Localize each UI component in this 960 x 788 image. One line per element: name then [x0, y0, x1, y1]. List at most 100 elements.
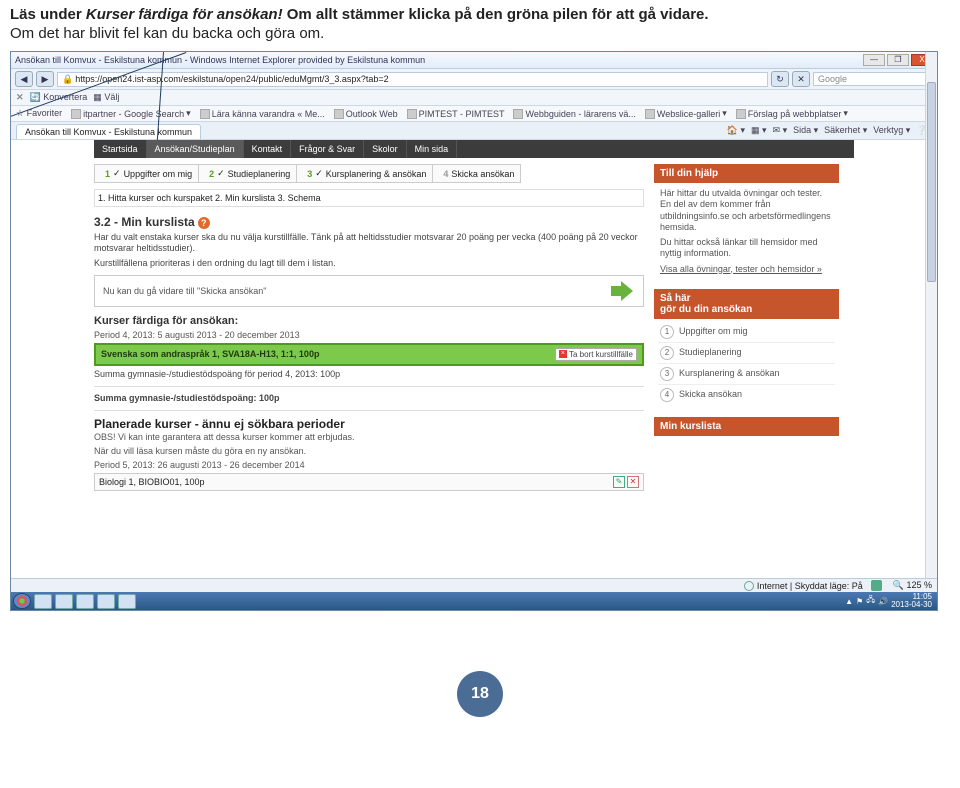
window-titlebar: Ansökan till Komvux - Eskilstuna kommun … — [11, 52, 937, 69]
feed-icon[interactable]: ▦ ▾ — [751, 125, 767, 136]
scrollbar-thumb[interactable] — [927, 82, 936, 282]
steps-box-header: Så här gör du din ansökan — [654, 289, 839, 319]
sub-steps-bar[interactable]: 1. Hitta kurser och kurspaket 2. Min kur… — [94, 189, 644, 207]
stop-button[interactable]: ✕ — [792, 71, 810, 87]
rstep-4[interactable]: 4Skicka ansökan — [658, 385, 835, 405]
fav-icon — [645, 109, 655, 119]
tray-icon[interactable]: ▲ — [845, 597, 853, 606]
nav-kontakt[interactable]: Kontakt — [244, 140, 292, 158]
refresh-button[interactable]: ↻ — [771, 71, 789, 87]
zoom-level[interactable]: 🔍 125 % — [893, 580, 932, 591]
tray-network-icon[interactable]: 🖧 — [866, 594, 875, 608]
fav-item-1[interactable]: Lära känna varandra « Me... — [200, 109, 325, 119]
planned-obs-1: OBS! Vi kan inte garantera att dessa kur… — [94, 432, 644, 442]
nav-fragor[interactable]: Frågor & Svar — [291, 140, 364, 158]
clock-date[interactable]: 2013-04-30 — [891, 600, 932, 609]
step-1[interactable]: 1✓ Uppgifter om mig — [94, 164, 199, 183]
separator — [94, 386, 644, 387]
fav-item-5[interactable]: Webslice-galleri ▾ — [645, 108, 727, 119]
vertical-scrollbar[interactable] — [925, 52, 937, 592]
taskbar-app-icon[interactable] — [97, 594, 115, 609]
ready-course-row: Svenska som andraspråk 1, SVA18A-H13, 1:… — [94, 343, 644, 366]
help-box-text1: Här hittar du utvalda övningar och teste… — [660, 188, 833, 233]
green-arrow-icon[interactable] — [611, 281, 635, 301]
taskbar-explorer-icon[interactable] — [55, 594, 73, 609]
summa-period4: Summa gymnasie-/studiestödspoäng för per… — [94, 369, 644, 380]
browser-tab[interactable]: Ansökan till Komvux - Eskilstuna kommun — [16, 124, 201, 139]
globe-icon — [744, 581, 754, 591]
instruction-line2: Om det har blivit fel kan du backa och g… — [0, 25, 960, 48]
rstep-2[interactable]: 2Studieplanering — [658, 343, 835, 364]
kurslista-box: Min kurslista — [654, 417, 839, 436]
tray-flag-icon[interactable]: ⚑ — [856, 597, 863, 606]
intro-text-2: Kurstillfällena prioriteras i den ordnin… — [94, 258, 644, 269]
fav-item-4[interactable]: Webbguiden - lärarens vä... — [513, 109, 635, 119]
fav-item-6[interactable]: Förslag på webbplatser ▾ — [736, 108, 848, 119]
help-box-text2: Du hittar också länkar till hemsidor med… — [660, 237, 833, 260]
planned-obs-2: När du vill läsa kursen måste du göra en… — [94, 446, 644, 456]
go-ahead-text: Nu kan du gå vidare till "Skicka ansökan… — [103, 286, 266, 296]
fav-icon — [71, 109, 81, 119]
progress-steps: 1✓ Uppgifter om mig 2✓ Studieplanering 3… — [94, 164, 644, 183]
favorites-label[interactable]: ☆ Favoriter — [16, 108, 62, 119]
fav-icon — [407, 109, 417, 119]
taskbar-ie-icon[interactable] — [34, 594, 52, 609]
fav-icon — [513, 109, 523, 119]
taskbar-word-icon[interactable] — [118, 594, 136, 609]
steps-box: Så här gör du din ansökan 1Uppgifter om … — [654, 289, 839, 407]
nav-skolor[interactable]: Skolor — [364, 140, 407, 158]
intro-text-1: Har du valt enstaka kurser ska du nu väl… — [94, 232, 644, 255]
fav-item-2[interactable]: Outlook Web — [334, 109, 398, 119]
summa-total: Summa gymnasie-/studiestödspoäng: 100p — [94, 393, 644, 404]
shield-icon — [871, 580, 882, 591]
ready-course-name: Svenska som andraspråk 1, SVA18A-H13, 1:… — [101, 349, 319, 359]
help-box-link[interactable]: Visa alla övningar, tester och hemsidor … — [660, 264, 822, 274]
step-4[interactable]: 4 Skicka ansökan — [433, 164, 521, 183]
step-2[interactable]: 2✓ Studieplanering — [199, 164, 297, 183]
x-icon: × — [559, 350, 567, 358]
toolbar-select[interactable]: ▦ Välj — [93, 92, 119, 103]
ready-heading: Kurser färdiga för ansökan: — [94, 315, 644, 327]
mail-icon[interactable]: ✉ ▾ — [773, 125, 788, 136]
fav-icon — [334, 109, 344, 119]
remove-course-button[interactable]: ×Ta bort kurstillfälle — [555, 348, 637, 361]
status-text: Internet | Skyddat läge: På — [757, 581, 863, 591]
tray-sound-icon[interactable]: 🔊 — [878, 597, 888, 606]
edit-icon[interactable]: ✎ — [613, 476, 625, 488]
tab-tool-page[interactable]: Sida ▾ — [793, 125, 818, 136]
nav-minsida[interactable]: Min sida — [407, 140, 458, 158]
fav-item-0[interactable]: itpartner - Google Search ▾ — [71, 108, 191, 119]
start-button[interactable] — [13, 593, 31, 609]
taskbar-app-icon[interactable] — [76, 594, 94, 609]
nav-ansokan[interactable]: Ansökan/Studieplan — [147, 140, 244, 158]
page-number-badge: 18 — [457, 671, 503, 717]
step-3[interactable]: 3✓ Kursplanering & ansökan — [297, 164, 433, 183]
home-icon[interactable]: 🏠 ▾ — [727, 125, 745, 136]
forward-button[interactable]: ▶ — [36, 71, 54, 87]
fav-icon — [736, 109, 746, 119]
fav-icon — [200, 109, 210, 119]
tab-tool-security[interactable]: Säkerhet ▾ — [824, 125, 867, 136]
kurslista-box-header[interactable]: Min kurslista — [654, 417, 839, 436]
instruction-line1: Läs under Kurser färdiga för ansökan! Om… — [0, 0, 960, 25]
maximize-button[interactable]: ❐ — [887, 54, 909, 66]
section-title: 3.2 - Min kurslista? — [94, 215, 644, 229]
rstep-1[interactable]: 1Uppgifter om mig — [658, 322, 835, 343]
nav-startsida[interactable]: Startsida — [94, 140, 147, 158]
status-bar: Internet | Skyddat läge: På 🔍 125 % — [11, 578, 937, 592]
toolbar-close-icon[interactable]: ✕ — [16, 92, 24, 103]
address-bar[interactable]: 🔒https://open24.ist-asp.com/eskilstuna/o… — [57, 72, 768, 87]
tab-tool-tools[interactable]: Verktyg ▾ — [873, 125, 910, 136]
browser-window: Ansökan till Komvux - Eskilstuna kommun … — [10, 51, 938, 611]
planned-heading: Planerade kurser - ännu ej sökbara perio… — [94, 417, 644, 431]
search-box[interactable]: Google — [813, 72, 933, 86]
help-box-header: Till din hjälp — [654, 164, 839, 183]
rstep-3[interactable]: 3Kursplanering & ansökan — [658, 364, 835, 385]
help-icon[interactable]: ? — [198, 217, 210, 229]
fav-item-3[interactable]: PIMTEST - PIMTEST — [407, 109, 505, 119]
minimize-button[interactable]: — — [863, 54, 885, 66]
back-button[interactable]: ◀ — [15, 71, 33, 87]
separator — [94, 410, 644, 411]
go-ahead-box: Nu kan du gå vidare till "Skicka ansökan… — [94, 275, 644, 307]
delete-icon[interactable]: ✕ — [627, 476, 639, 488]
